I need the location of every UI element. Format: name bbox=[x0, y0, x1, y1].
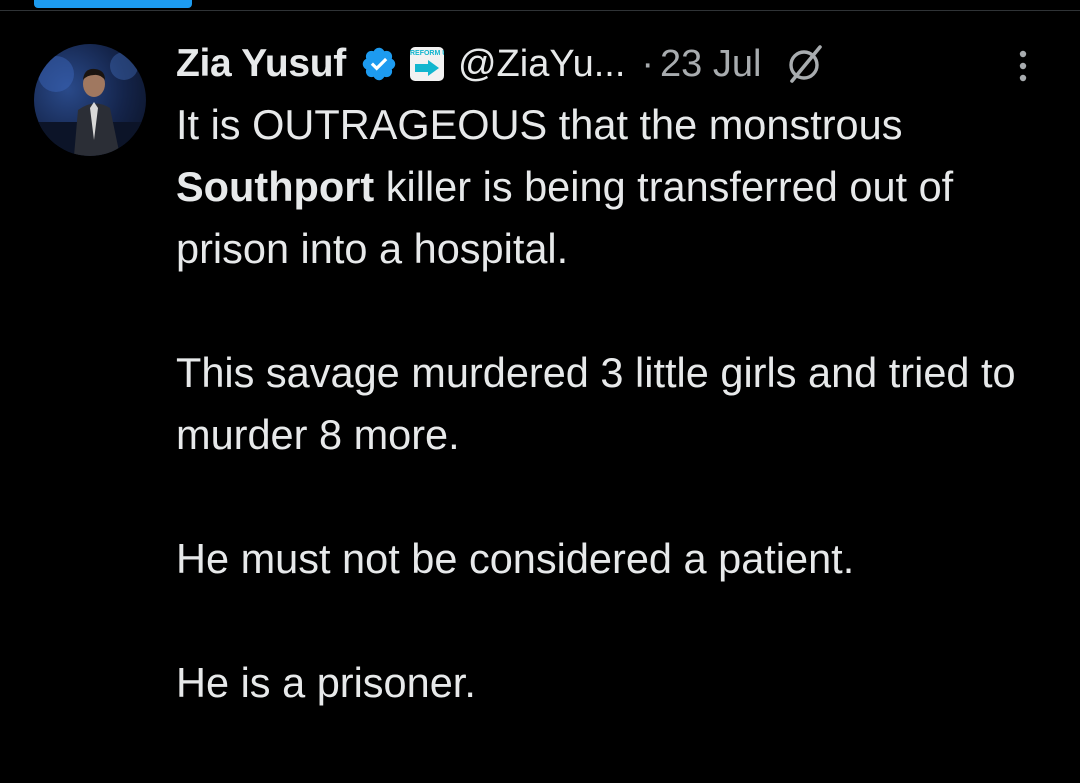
tweet-paragraph-2: This savage murdered 3 little girls and … bbox=[176, 349, 1016, 458]
tweet-paragraph-4: He is a prisoner. bbox=[176, 659, 476, 706]
reform-uk-affiliate-icon[interactable]: REFORM UK bbox=[409, 47, 444, 81]
tweet-paragraph-1: It is OUTRAGEOUS that the monstrous Sout… bbox=[176, 94, 1056, 280]
highlighted-term: Southport bbox=[176, 163, 375, 210]
tweet-text-segment: It is OUTRAGEOUS that the monstrous bbox=[176, 101, 903, 148]
arrow-right-icon bbox=[414, 60, 439, 76]
timestamp[interactable]: 23 Jul bbox=[660, 43, 761, 86]
tweet-header: Zia Yusuf REFORM UK @ZiaYu... · 23 Jul bbox=[176, 36, 827, 92]
tweet[interactable]: Zia Yusuf REFORM UK @ZiaYu... · 23 Jul bbox=[0, 0, 1080, 783]
grok-icon[interactable] bbox=[783, 42, 827, 86]
display-name[interactable]: Zia Yusuf bbox=[176, 42, 346, 86]
handle[interactable]: @ZiaYu... bbox=[458, 43, 625, 86]
tweet-paragraph-3: He must not be considered a patient. bbox=[176, 535, 855, 582]
avatar-image bbox=[34, 52, 146, 156]
avatar[interactable] bbox=[34, 44, 146, 156]
meta-separator: · bbox=[641, 42, 655, 85]
tweet-text: It is OUTRAGEOUS that the monstrous Sout… bbox=[176, 94, 1056, 714]
more-options-icon[interactable] bbox=[1008, 44, 1038, 88]
verified-badge-icon[interactable] bbox=[360, 45, 398, 83]
affiliate-label: REFORM UK bbox=[409, 50, 444, 57]
